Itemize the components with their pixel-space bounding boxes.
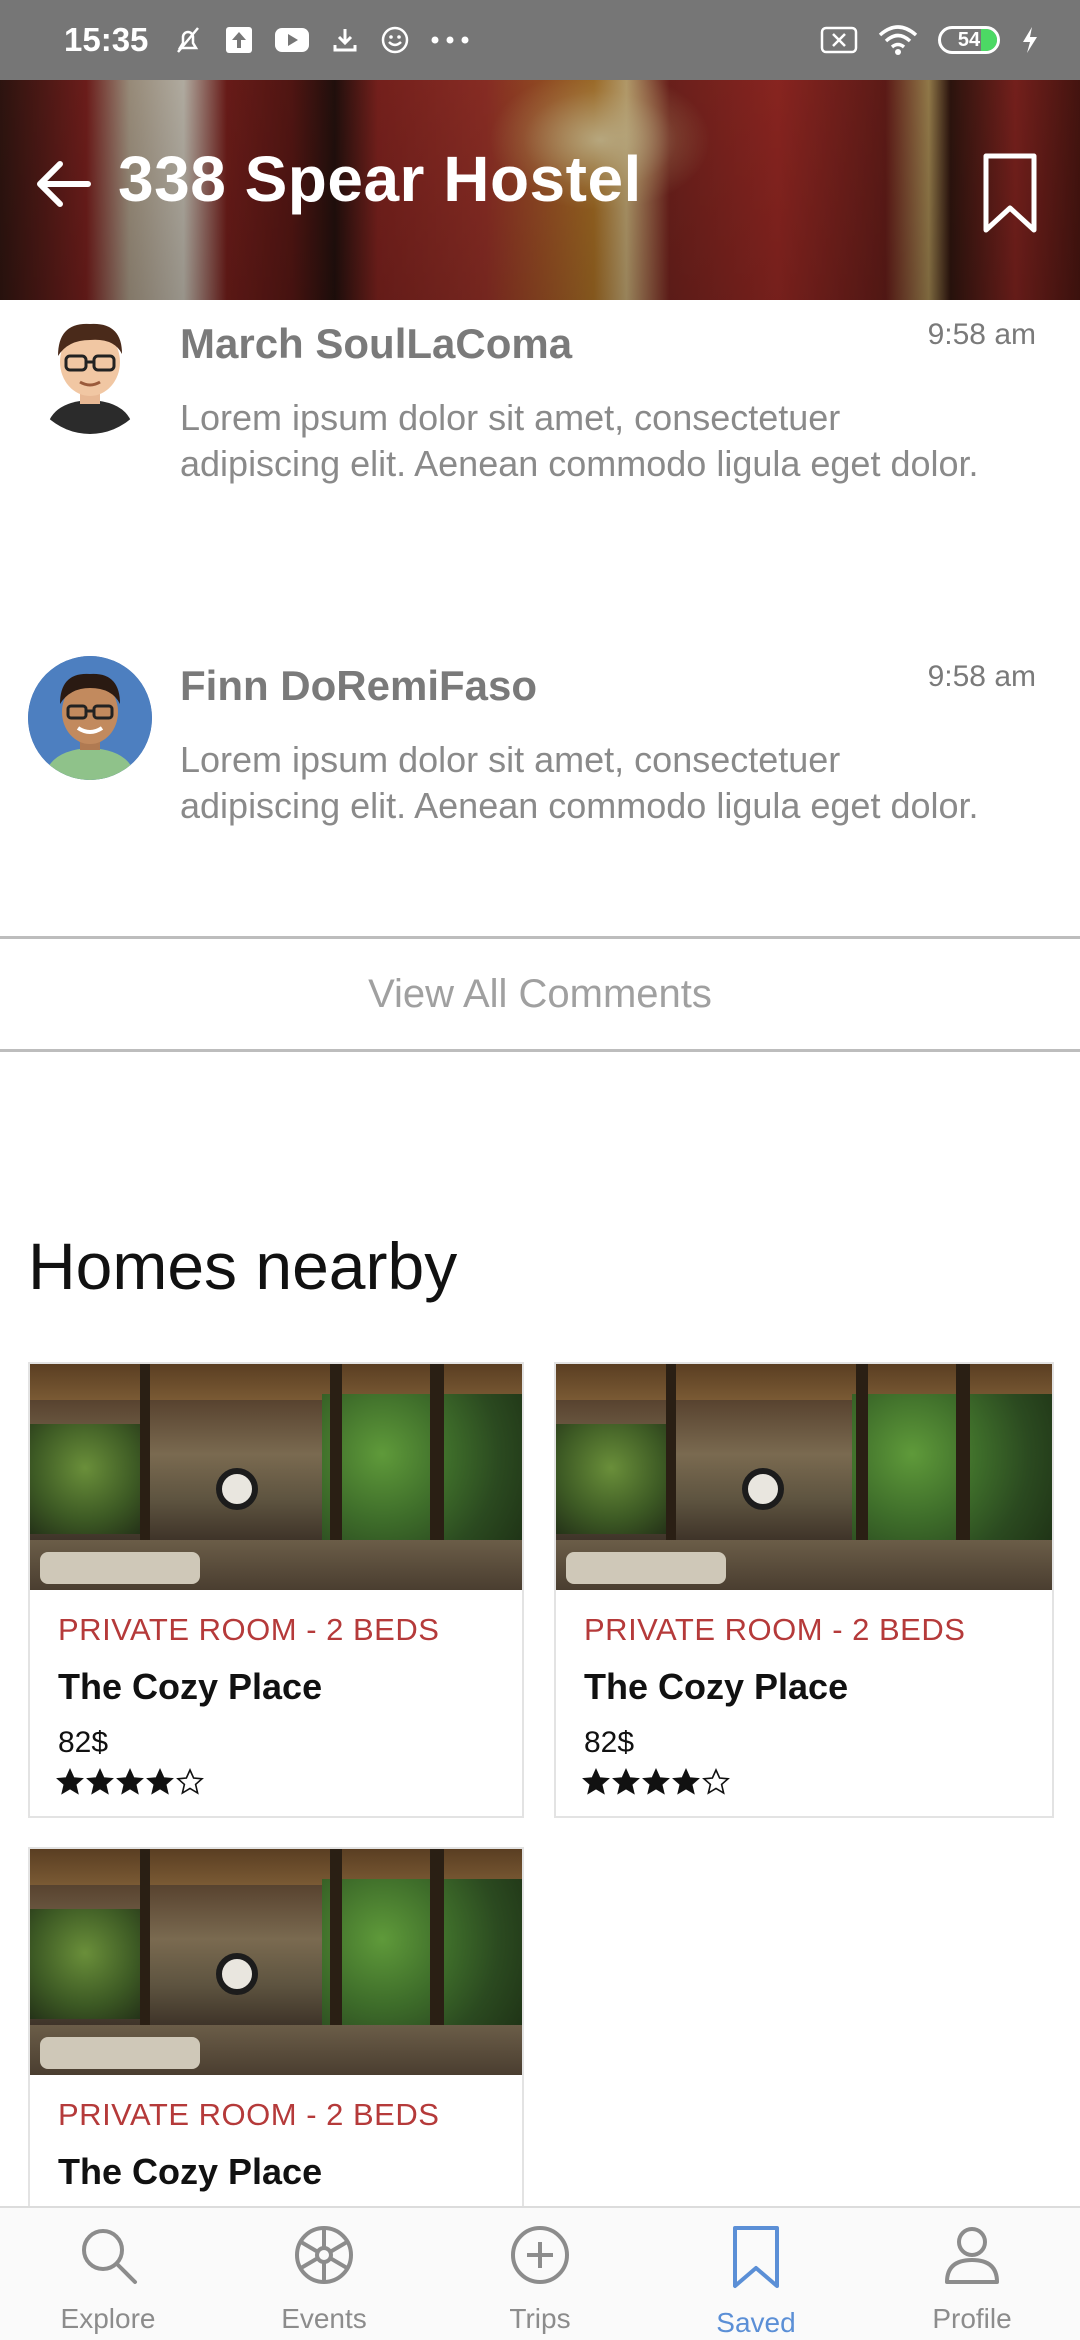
status-time: 15:35 [64, 21, 149, 58]
home-card[interactable]: PRIVATE ROOM - 2 BEDS The Cozy Place 82$ [28, 1362, 524, 1818]
more-dots-icon [430, 35, 470, 45]
bookmark-icon [731, 2224, 781, 2297]
home-photo [556, 1364, 1052, 1590]
plus-circle-icon [509, 2224, 571, 2293]
home-photo [30, 1849, 522, 2075]
star-empty-icon [702, 1768, 730, 1795]
home-name: The Cozy Place [58, 1666, 323, 1707]
status-notification-icons [172, 24, 470, 56]
nav-profile[interactable]: Profile [864, 2208, 1080, 2340]
home-category: PRIVATE ROOM - 2 BEDS [58, 2097, 440, 2132]
header-hero: 338 Spear Hostel [0, 80, 1080, 300]
nav-label: Explore [60, 2303, 156, 2334]
wifi-icon [878, 25, 918, 55]
view-all-comments-button[interactable]: View All Comments [0, 936, 1080, 1052]
star-filled-icon [56, 1768, 84, 1795]
star-filled-icon [582, 1768, 610, 1795]
nav-explore[interactable]: Explore [0, 2208, 216, 2340]
home-category: PRIVATE ROOM - 2 BEDS [58, 1612, 440, 1647]
bottom-navigation: Explore Events Trips Saved Profile [0, 2206, 1080, 2340]
events-wheel-icon [293, 2224, 355, 2293]
section-title: Homes nearby [28, 1229, 458, 1303]
battery-indicator: 54 [938, 26, 1000, 54]
nav-label: Events [281, 2303, 367, 2334]
profile-icon [941, 2224, 1003, 2293]
nav-label: Saved [716, 2307, 796, 2338]
battery-level: 54 [957, 28, 981, 51]
download-icon [330, 25, 360, 55]
back-arrow-icon[interactable] [34, 158, 92, 215]
home-category: PRIVATE ROOM - 2 BEDS [584, 1612, 966, 1647]
upload-icon [224, 25, 254, 55]
star-filled-icon [116, 1768, 144, 1795]
star-filled-icon [612, 1768, 640, 1795]
youtube-icon [274, 26, 310, 54]
avatar [28, 310, 152, 434]
charging-bolt-icon [1020, 25, 1040, 55]
home-photo [30, 1364, 522, 1590]
comment-author: March SoulLaComa [180, 320, 573, 367]
home-price: 82$ [584, 1726, 635, 1759]
smiley-icon [380, 25, 410, 55]
comment-text: Lorem ipsum dolor sit amet, consectetuer… [180, 739, 979, 826]
avatar [28, 656, 152, 780]
home-name: The Cozy Place [584, 1666, 849, 1707]
nav-label: Trips [509, 2303, 571, 2334]
star-empty-icon [176, 1768, 204, 1795]
status-bar: 15:35 54 [0, 0, 1080, 80]
nav-events[interactable]: Events [216, 2208, 432, 2340]
comment-item: March SoulLaComa 9:58 am Lorem ipsum dol… [0, 300, 1080, 630]
status-system-icons: 54 [820, 25, 1040, 55]
star-filled-icon [146, 1768, 174, 1795]
home-price: 82$ [58, 1726, 109, 1759]
star-filled-icon [672, 1768, 700, 1795]
nav-label: Profile [932, 2303, 1012, 2334]
page-title: 338 Spear Hostel [118, 143, 642, 215]
home-card[interactable]: PRIVATE ROOM - 2 BEDS The Cozy Place 82$ [554, 1362, 1054, 1818]
star-filled-icon [642, 1768, 670, 1795]
comment-item: Finn DoRemiFaso 9:58 am Lorem ipsum dolo… [0, 642, 1080, 942]
nav-saved[interactable]: Saved [648, 2208, 864, 2340]
star-rating [56, 1768, 204, 1796]
sim-disabled-icon [820, 26, 858, 54]
search-icon [77, 2224, 139, 2293]
star-rating [582, 1768, 730, 1796]
home-name: The Cozy Place [58, 2151, 323, 2192]
comment-author: Finn DoRemiFaso [180, 662, 538, 709]
nav-trips[interactable]: Trips [432, 2208, 648, 2340]
comment-text: Lorem ipsum dolor sit amet, consectetuer… [180, 397, 979, 484]
bookmark-icon[interactable] [982, 152, 1038, 239]
bell-muted-icon [172, 24, 204, 56]
star-filled-icon [86, 1768, 114, 1795]
comment-time: 9:58 am [927, 318, 1036, 351]
comment-time: 9:58 am [927, 660, 1036, 693]
home-card[interactable]: PRIVATE ROOM - 2 BEDS The Cozy Place [28, 1847, 524, 2227]
